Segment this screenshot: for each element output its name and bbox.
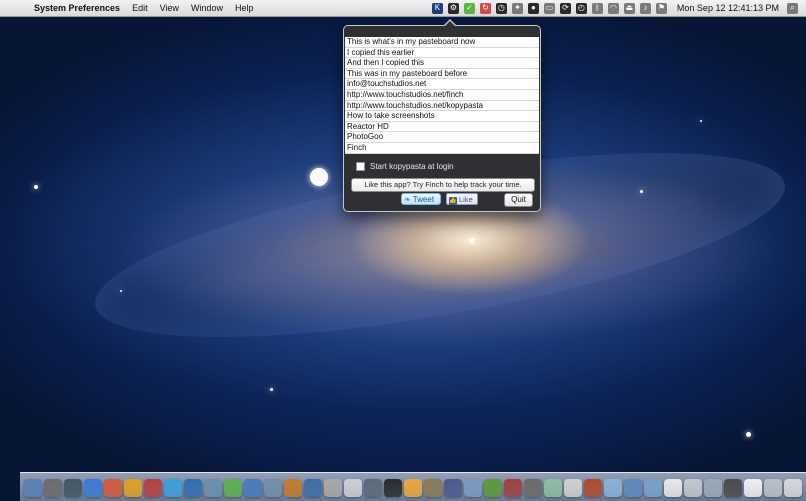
dock-app-icon[interactable] [744, 479, 762, 497]
menu-help[interactable]: Help [235, 3, 254, 13]
dock-app-icon[interactable] [564, 479, 582, 497]
menu-view[interactable]: View [160, 3, 179, 13]
try-finch-button[interactable]: Like this app? Try Finch to help track y… [351, 178, 535, 192]
clipboard-item[interactable]: http://www.touchstudios.net/kopypasta [345, 101, 539, 112]
dock-app-icon[interactable] [544, 479, 562, 497]
like-label: Like [459, 195, 473, 204]
app-menu[interactable]: System Preferences [34, 3, 120, 13]
star [310, 168, 328, 186]
dock-app-icon[interactable] [124, 479, 142, 497]
clipboard-item[interactable]: Finch [345, 143, 539, 154]
dock-app-icon[interactable] [144, 479, 162, 497]
sync-icon[interactable]: ⟳ [559, 2, 571, 14]
flag-icon[interactable]: ⚑ [655, 2, 667, 14]
clipboard-item[interactable]: How to take screenshots [345, 111, 539, 122]
dock-app-icon[interactable] [364, 479, 382, 497]
clipboard-item[interactable]: This is what's in my pasteboard now [345, 37, 539, 48]
dock-app-icon[interactable] [244, 479, 262, 497]
dock-app-icon[interactable] [724, 479, 742, 497]
quit-button[interactable]: Quit [504, 193, 533, 207]
gear-icon[interactable]: ⚙ [447, 2, 459, 14]
tweet-button[interactable]: ❧ Tweet [401, 193, 441, 205]
bubble-icon[interactable]: ● [527, 2, 539, 14]
bluetooth-icon[interactable]: ᛒ [591, 2, 603, 14]
twitter-bird-icon: ❧ [404, 195, 411, 204]
dock-app-icon[interactable] [624, 479, 642, 497]
dock [20, 472, 806, 501]
kopypasta-popover: This is what's in my pasteboard now I co… [343, 19, 541, 212]
dock-app-icon[interactable] [284, 479, 302, 497]
window-icon[interactable]: ▭ [543, 2, 555, 14]
dock-app-icon[interactable] [24, 479, 42, 497]
tools-icon[interactable]: ✦ [511, 2, 523, 14]
refresh-icon[interactable]: ↻ [479, 2, 491, 14]
dock-app-icon[interactable] [84, 479, 102, 497]
dock-app-icon[interactable] [504, 479, 522, 497]
clipboard-item[interactable]: http://www.touchstudios.net/finch [345, 90, 539, 101]
wifi-icon[interactable]: ◠ [607, 2, 619, 14]
clipboard-item[interactable]: And then I copied this [345, 58, 539, 69]
menu-window[interactable]: Window [191, 3, 223, 13]
volume-icon[interactable]: ♪ [639, 2, 651, 14]
dock-app-icon[interactable] [204, 479, 222, 497]
dock-app-icon[interactable] [644, 479, 662, 497]
dock-app-icon[interactable] [344, 479, 362, 497]
dock-app-icon[interactable] [184, 479, 202, 497]
dock-app-icon[interactable] [764, 479, 782, 497]
star [470, 238, 475, 243]
star [34, 185, 38, 189]
start-at-login-label: Start kopypasta at login [370, 162, 454, 171]
dock-app-icon[interactable] [104, 479, 122, 497]
dock-app-icon[interactable] [264, 479, 282, 497]
star [120, 290, 122, 292]
menu-extras: K ⚙ ✓ ↻ ◷ ✦ ● ▭ ⟳ ◴ ᛒ ◠ ⏏ ♪ ⚑ Mon Sep 12… [427, 0, 798, 16]
start-at-login-row[interactable]: Start kopypasta at login [356, 162, 454, 171]
dock-app-icon[interactable] [664, 479, 682, 497]
start-at-login-checkbox[interactable] [356, 162, 365, 171]
dock-app-icon[interactable] [224, 479, 242, 497]
clock-icon[interactable]: ◷ [495, 2, 507, 14]
thumbs-up-icon: 👍 [449, 197, 457, 205]
clipboard-item[interactable]: info@touchstudios.net [345, 79, 539, 90]
dock-app-icon[interactable] [304, 479, 322, 497]
dock-app-icon[interactable] [524, 479, 542, 497]
clipboard-history-list: This is what's in my pasteboard now I co… [345, 37, 539, 154]
dock-app-icon[interactable] [424, 479, 442, 497]
kopypasta-icon[interactable]: K [431, 2, 443, 14]
dock-app-icon[interactable] [684, 479, 702, 497]
star [270, 388, 273, 391]
menu-edit[interactable]: Edit [132, 3, 148, 13]
eject-icon[interactable]: ⏏ [623, 2, 635, 14]
menu-bar: System Preferences Edit View Window Help… [0, 0, 806, 17]
dock-app-icon[interactable] [64, 479, 82, 497]
dock-app-icon[interactable] [44, 479, 62, 497]
dock-app-icon[interactable] [324, 479, 342, 497]
clipboard-item[interactable]: I copied this earlier [345, 48, 539, 59]
dock-app-icon[interactable] [784, 479, 802, 497]
timemachine-icon[interactable]: ◴ [575, 2, 587, 14]
check-icon[interactable]: ✓ [463, 2, 475, 14]
dock-app-icon[interactable] [164, 479, 182, 497]
dock-app-icon[interactable] [484, 479, 502, 497]
dock-app-icon[interactable] [584, 479, 602, 497]
clipboard-item[interactable]: Reactor HD [345, 122, 539, 133]
clipboard-item[interactable]: PhotoGoo [345, 132, 539, 143]
tweet-label: Tweet [412, 195, 435, 204]
clock-text[interactable]: Mon Sep 12 12:41:13 PM [677, 3, 779, 13]
star [700, 120, 702, 122]
clipboard-item[interactable]: This was in my pasteboard before [345, 69, 539, 80]
star [746, 432, 751, 437]
dock-app-icon[interactable] [444, 479, 462, 497]
spotlight-icon[interactable]: ⌕ [787, 2, 798, 14]
dock-app-icon[interactable] [384, 479, 402, 497]
facebook-like-button[interactable]: 👍 Like [446, 193, 478, 205]
star [640, 190, 643, 193]
dock-app-icon[interactable] [464, 479, 482, 497]
dock-app-icon[interactable] [704, 479, 722, 497]
dock-app-icon[interactable] [604, 479, 622, 497]
dock-app-icon[interactable] [404, 479, 422, 497]
